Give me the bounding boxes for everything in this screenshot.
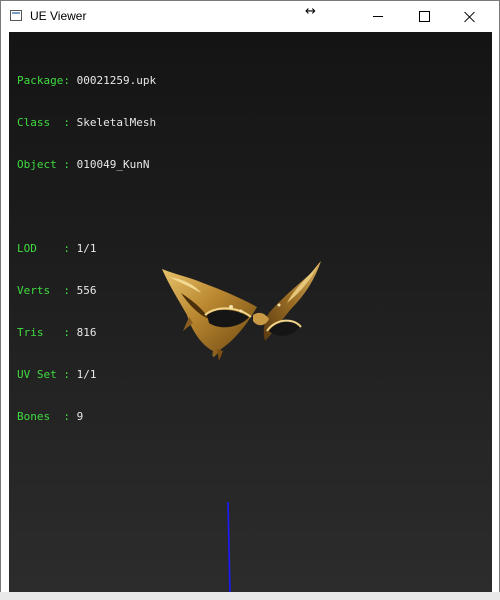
mask-mesh-render [162,261,321,361]
minimize-button[interactable] [355,1,401,32]
minimize-icon [373,16,383,17]
info-verts: Verts : 556 [17,284,97,297]
ue-viewer-window: UE Viewer ↔ Package: 00021259.upk Class … [0,0,500,600]
info-package: Package: 00021259.upk [17,74,157,87]
resize-horizontal-cursor-icon: ↔ [305,4,316,19]
maximize-icon [418,11,430,22]
title-bar[interactable]: UE Viewer ↔ [1,1,499,32]
info-class: Class : SkeletalMesh [17,116,157,129]
info-lod: LOD : 1/1 [17,242,97,255]
info-tris: Tris : 816 [17,326,97,339]
3d-viewport[interactable]: Package: 00021259.upk Class : SkeletalMe… [9,32,492,593]
taskbar-sliver [0,592,500,600]
close-button[interactable] [447,1,493,32]
info-uvset: UV Set : 1/1 [17,368,97,381]
app-window-icon[interactable] [10,10,22,21]
axis-indicator-line [227,502,231,593]
maximize-button[interactable] [401,1,447,32]
info-bones: Bones : 9 [17,410,84,423]
mesh-info-overlay: Package: 00021259.upk Class : SkeletalMe… [17,46,156,452]
window-title: UE Viewer [30,9,87,23]
close-icon [464,11,476,23]
info-object: Object : 010049_KunN [17,158,150,171]
